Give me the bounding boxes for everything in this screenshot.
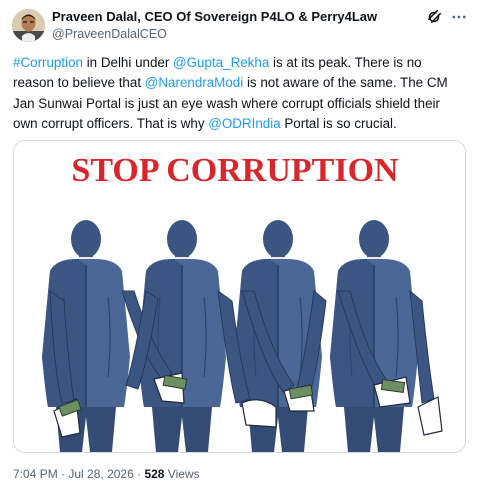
mention-gupta-rekha[interactable]: @Gupta_Rekha — [173, 55, 269, 70]
tweet-meta: 7:04 PM · Jul 28, 2026 · 528 Views — [13, 467, 200, 481]
more-icon[interactable] — [450, 8, 468, 26]
avatar-image — [12, 9, 45, 42]
tweet-text-part: in Delhi under — [82, 55, 174, 70]
author-handle[interactable]: @PraveenDalalCEO — [52, 26, 167, 42]
tweet-image[interactable]: STOP CORRUPTION — [13, 140, 466, 453]
views-label: Views — [164, 467, 200, 481]
tweet-date[interactable]: Jul 28, 2026 — [68, 467, 133, 481]
views-count: 528 — [144, 467, 165, 481]
tweet-text: #Corruption in Delhi under @Gupta_Rekha … — [13, 53, 465, 134]
tweet: Praveen Dalal, CEO Of Sovereign P4LO & P… — [0, 0, 477, 488]
author-name[interactable]: Praveen Dalal, CEO Of Sovereign P4LO & P… — [52, 9, 377, 25]
meta-separator: · — [133, 467, 145, 481]
meta-separator: · — [57, 467, 69, 481]
tweet-text-part: Portal is so crucial. — [280, 115, 397, 131]
mention-narendra-modi[interactable]: @NarendraModi — [145, 75, 243, 90]
mention-odr-india[interactable]: @ODRIndia — [208, 116, 280, 131]
grok-icon[interactable] — [425, 8, 443, 26]
hashtag-corruption[interactable]: #Corruption — [13, 55, 83, 70]
stop-corruption-illustration: STOP CORRUPTION — [14, 141, 465, 452]
image-headline: STOP CORRUPTION — [71, 152, 399, 189]
avatar[interactable] — [12, 9, 45, 42]
tweet-time[interactable]: 7:04 PM — [13, 467, 58, 481]
